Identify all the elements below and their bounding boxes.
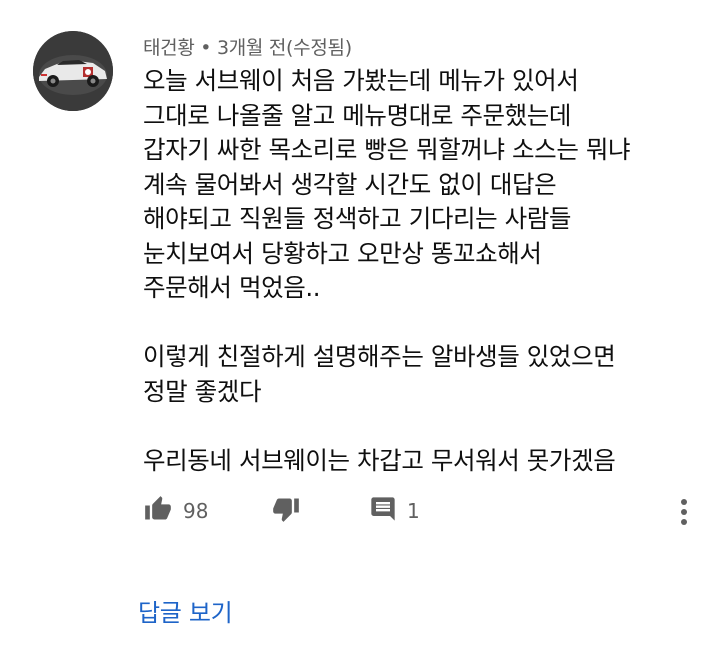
comment-line: 갑자기 싸한 목소리로 빵은 뭐할꺼냐 소스는 뭐냐 [143, 135, 631, 164]
comment-icon [369, 495, 397, 527]
reply-button[interactable]: 1 [369, 491, 420, 531]
more-vertical-icon [674, 499, 694, 531]
comment-text: 오늘 서브웨이 처음 가봤는데 메뉴가 있어서 그대로 나올줄 알고 메뉴명대로… [143, 64, 703, 478]
comment-header: 태건황 • 3개월 전(수정됨) [143, 33, 352, 60]
comment-line: 정말 좋겠다 [143, 376, 262, 406]
thumbs-up-icon [143, 495, 173, 527]
comment-line-blank [143, 409, 703, 444]
comment-line: 우리동네 서브웨이는 차갑고 무서워서 못가겠음 [143, 445, 616, 475]
comment-line: 주문해서 먹었음.. [143, 273, 321, 302]
comment-actions: 98 1 [143, 491, 703, 531]
like-count: 98 [183, 499, 209, 523]
comment-line: 계속 물어봐서 생각할 시간도 없이 대답은 [143, 169, 557, 199]
author-name[interactable]: 태건황 [143, 37, 195, 59]
dislike-button[interactable] [271, 491, 301, 531]
more-options-button[interactable] [674, 497, 694, 527]
view-replies-link[interactable]: 답글 보기 [138, 593, 233, 628]
comment-line: 이렇게 친절하게 설명해주는 알바생들 있었으면 [143, 342, 616, 371]
thumbs-down-icon [271, 495, 301, 527]
avatar[interactable] [33, 31, 113, 111]
comment-time: 3개월 전(수정됨) [216, 37, 352, 59]
comment-line-blank [143, 306, 703, 341]
header-separator: • [200, 37, 212, 59]
reply-count: 1 [407, 499, 420, 523]
avatar-car-image [33, 31, 113, 111]
comment-line: 눈치보여서 당황하고 오만상 똥꼬쇼해서 [143, 238, 542, 268]
comment-line: 그대로 나올줄 알고 메뉴명대로 주문했는데 [143, 100, 572, 130]
like-button[interactable]: 98 [143, 491, 208, 531]
comment-line: 오늘 서브웨이 처음 가봤는데 메뉴가 있어서 [143, 66, 579, 95]
comment-line: 해야되고 직원들 정색하고 기다리는 사람들 [143, 204, 572, 233]
